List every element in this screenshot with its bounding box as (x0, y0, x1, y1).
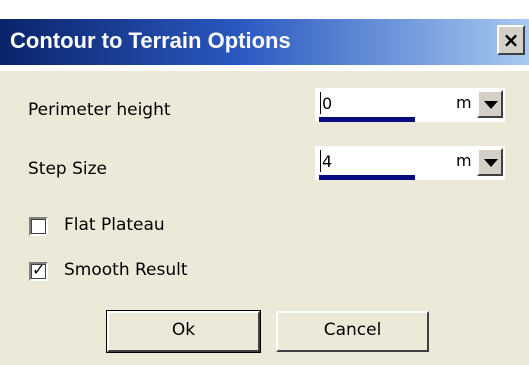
perimeter-height-field[interactable] (315, 88, 449, 122)
title-bar-area: Contour to Terrain Options × (0, 0, 529, 71)
unit-value: m (456, 151, 472, 170)
perimeter-height-label: Perimeter height (28, 100, 171, 120)
chevron-down-icon (484, 159, 498, 167)
perimeter-height-unit-select[interactable]: m (449, 88, 505, 122)
checkmark-icon: ✓ (32, 260, 46, 279)
dialog-title: Contour to Terrain Options (10, 28, 291, 53)
unit-dropdown-button[interactable] (477, 148, 503, 176)
contour-to-terrain-dialog: Contour to Terrain Options × Perimeter h… (0, 0, 529, 365)
close-button[interactable]: × (497, 25, 525, 55)
step-size-input[interactable] (320, 150, 442, 172)
smooth-result-label[interactable]: Smooth Result (64, 260, 188, 280)
smooth-result-checkbox[interactable]: ✓ (29, 260, 48, 281)
perimeter-height-input[interactable] (320, 92, 442, 114)
close-icon: × (502, 28, 520, 52)
title-bar[interactable]: Contour to Terrain Options × (0, 19, 529, 65)
ok-button[interactable]: Ok (106, 310, 261, 353)
field-underline (319, 175, 415, 180)
step-size-unit-select[interactable]: m (449, 146, 505, 180)
flat-plateau-label[interactable]: Flat Plateau (64, 215, 165, 235)
field-underline (319, 117, 415, 122)
cancel-button[interactable]: Cancel (276, 311, 429, 352)
flat-plateau-checkbox[interactable] (29, 217, 48, 236)
step-size-field[interactable] (315, 146, 449, 180)
unit-value: m (456, 93, 472, 112)
chevron-down-icon (484, 101, 498, 109)
unit-dropdown-button[interactable] (477, 90, 503, 118)
step-size-label: Step Size (28, 159, 108, 179)
